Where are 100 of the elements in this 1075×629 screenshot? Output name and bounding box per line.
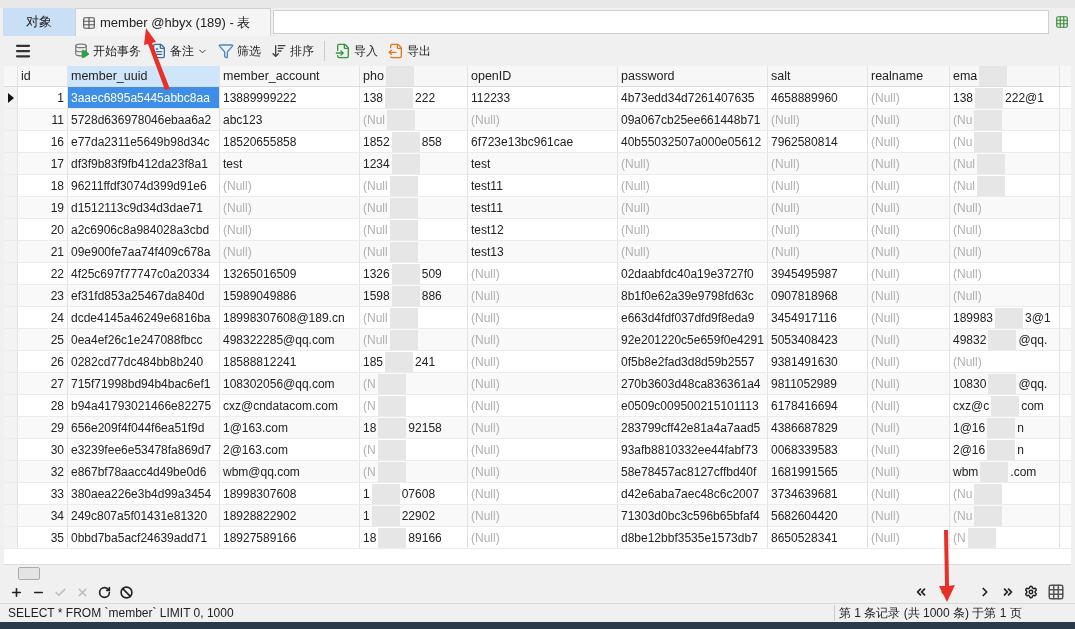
column-header[interactable]: openID [468, 66, 618, 86]
table-cell-text: (Null) [871, 375, 900, 393]
table-cell-text: ef31fd853a25467da840d [71, 287, 205, 305]
table-cell-text: (Null) [771, 177, 800, 195]
table-row[interactable]: 16 e77da2311e5649b98d34c 18520655858 1852 858 6f723e13bc961cae 40b55032507a000e05612 7962580814 (Null) (Nu [4, 131, 1071, 153]
table-cell-text: (Null) [471, 309, 500, 327]
table-cell-text: e663d4fdf037dfd9f8eda9 [621, 309, 755, 327]
table-cell-text: 3945495987 [771, 265, 838, 283]
current-row-icon [7, 92, 14, 103]
table-cell-text: (Null) [871, 309, 900, 327]
table-cell-text: 09e900fe7aa74f409c678a [71, 243, 211, 261]
toolbar-button[interactable]: 排序 [269, 42, 316, 60]
scrollbar-thumb[interactable] [18, 566, 40, 580]
table-row[interactable]: 27 715f71998bd94b4bac6ef1 108302056@qq.com (N (Null) 270b3603d48ca836361a4 9811052989 (Null) 10830 @qq. [4, 373, 1071, 395]
table-row[interactable]: 33 380aea226e3b4d99a3454 18998307608 1 07608 (Null) d42e6aba7aec48c6c2007 3734639681 (Null) (Nu [4, 483, 1071, 505]
table-cell-text: (Nu [953, 485, 973, 503]
table-cell-text: (Null) [471, 463, 500, 481]
tab[interactable]: member @hbyx (189) - 表 [75, 8, 271, 36]
table-cell-text: test11 [471, 199, 503, 217]
table-row[interactable]: 21 09e900fe7aa74f409c678a (Null) (Null test13 (Null) (Null) (Null) (Null) [4, 241, 1071, 263]
table-cell-text: 22 [50, 265, 64, 283]
column-header[interactable]: salt [768, 66, 868, 86]
table-cell-text: 27 [50, 375, 64, 393]
toolbar-button[interactable]: 导入 [333, 42, 380, 60]
table-row[interactable]: 29 656e209f4f044f6ea51f9d 1@163.com 18 92158 (Null) 283799cff42e81a4a7aad5 4386687829 (Null) 1@16 n [4, 417, 1071, 439]
table-row[interactable]: 24 dcde4145a46249e6816ba 18998307608@189.cn (Null (Null) e663d4fdf037dfd9f8eda9 3454917116 (Null) 189983 3@1 [4, 307, 1071, 329]
table-cell-text: 5053408423 [771, 331, 838, 349]
table-cell-text: 15989049886 [223, 287, 297, 305]
table-cell-text: (Nul [953, 155, 975, 173]
table-cell-text: wbm [953, 463, 979, 481]
column-header[interactable]: ema [950, 66, 1060, 86]
menu-icon[interactable] [14, 42, 32, 60]
table-cell-text: n [1017, 441, 1024, 459]
table-row[interactable]: 28 b94a41793021466e82275 cxz@cndatacom.com (N (Null) e0509c009500215101113 6178416694 (Null) cxz@c com [4, 395, 1071, 417]
table-row[interactable]: 32 e867bf78aacc4d49be0d6 wbm@qq.com (N (Null) 58e78457ac8127cffbd40f 1681991565 (Null) wbm .com [4, 461, 1071, 483]
row-header[interactable] [4, 87, 18, 108]
table-cell-text: 93afb8810332ee44fabf73 [621, 441, 758, 459]
toolbar-button[interactable]: 导出 [386, 42, 433, 60]
table-cell-text: (Null) [871, 265, 900, 283]
first-record-icon[interactable] [914, 585, 928, 599]
table-cell-text: 18 [363, 529, 377, 547]
table-cell-text: 1234 [363, 155, 390, 173]
table-cell-text: 18 [50, 177, 64, 195]
table-cell-text: 858 [421, 133, 442, 151]
column-header[interactable]: pho [360, 66, 468, 86]
grid-view-icon[interactable] [1047, 583, 1065, 601]
table-cell-text: (Null) [953, 353, 982, 371]
toolbar-button[interactable]: 筛选 [216, 42, 263, 60]
table-cell-text: (Null [363, 309, 388, 327]
table-row[interactable]: 11 5728d636978046ebaa6a2 abc123 (Nul (Null) 09a067cb25ee661448b71 (Null) (Null) (Nu [4, 109, 1071, 131]
table-cell-text: .com [1010, 463, 1037, 481]
table-row[interactable]: 23 ef31fd853a25467da840d 15989049886 1598 886 (Null) 8b1f0e62a39e9798fd63c 0907818968 (Null) (Null) [4, 285, 1071, 307]
table-row[interactable]: 30 e3239fee6e53478fa869d7 2@163.com (N (Null) 93afb8810332ee44fabf73 0068339583 (Null) 2@16 n [4, 439, 1071, 461]
table-row[interactable]: 17 df3f9b83f9fb412da23f8a1 test 1234 test (Null) (Null) (Null) (Nul [4, 153, 1071, 175]
table-cell-text: 07608 [401, 485, 436, 503]
column-header[interactable]: member_uuid [68, 66, 220, 86]
table-row[interactable]: 35 0bbd7ba5acf24639add71 18927589166 18 89166 (Null) d8be12bbf3535e1573db7 8650528341 (Null) (N [4, 527, 1071, 549]
table-cell-text: 3454917116 [771, 309, 837, 327]
table-row[interactable]: 19 d1512113c9d34d3dae71 (Null) (Null test11 (Null) (Null) (Null) (Null) [4, 197, 1071, 219]
table-cell-text: (Null) [871, 133, 900, 151]
table-cell-text: @qq. [1018, 331, 1048, 349]
table-cell-text: test11 [471, 177, 503, 195]
last-record-icon[interactable] [1001, 585, 1015, 599]
table-cell-text: 8b1f0e62a39e9798fd63c [621, 287, 754, 305]
table-cell-text: a2c6906c8a984028a3cbd [71, 221, 210, 239]
table-cell-text: 29 [50, 419, 64, 437]
column-header[interactable]: realname [868, 66, 950, 86]
column-header[interactable]: member_account [220, 66, 360, 86]
table-cell-text: (N [953, 529, 966, 547]
table-row[interactable]: 26 0282cd77dc484bb8b240 18588812241 185 241 (Null) 0f5b8e2fad3d8d59b2557 9381491630 (Null) (Null) [4, 351, 1071, 373]
table-row[interactable]: 22 4f25c697f77747c0a20334 13265016509 1326 509 (Null) 02daabfdc40a19e3727f0 3945495987 (Null) (Null) [4, 263, 1071, 285]
table-row[interactable]: 34 249c807a5f01431e81320 18928822902 1 22902 (Null) 71303d0bc3c596b65bfaf4 5682604420 (Null) (Nu [4, 505, 1071, 527]
table-row[interactable]: 20 a2c6906c8a984028a3cbd (Null) (Null test12 (Null) (Null) (Null) (Null) [4, 219, 1071, 241]
table-cell-text: 2@163.com [223, 441, 288, 459]
table-row[interactable]: 18 96211ffdf3074d399d91e6 (Null) (Null test11 (Null) (Null) (Null) (Nul [4, 175, 1071, 197]
table-cell-text: d42e6aba7aec48c6c2007 [621, 485, 760, 503]
toolbar-button[interactable]: 备注 [149, 42, 210, 60]
settings-icon[interactable] [1024, 585, 1038, 599]
table-cell-text: (Null) [471, 397, 500, 415]
column-header[interactable]: password [618, 66, 768, 86]
table-row[interactable]: 25 0ea4ef26c1e247088fbcc 498322285@qq.com (Null (Null) 92e201220c5e659f0e4291 5053408423 (Null) 49832 @qq. [4, 329, 1071, 351]
table-cell-text: (N [363, 375, 376, 393]
stop-icon[interactable] [120, 585, 133, 599]
table-cell-text: 1852 [363, 133, 390, 151]
table-cell-text: 13889999222 [223, 89, 297, 107]
table-cell-text: (Null) [871, 155, 900, 173]
table-cell-text: (Null) [871, 111, 900, 129]
table-row[interactable]: 1 3aaec6895a5445abbc8aa 13889999222 138 222 112233 4b73edd34d7261407635 4658889960 (Null) 138 222@1 [4, 87, 1071, 109]
table-cell-text: test [223, 155, 243, 173]
table-cell-text: 6178416694 [771, 397, 838, 415]
table-cell-text: 138 [363, 89, 384, 107]
tab[interactable]: 对象 [3, 8, 75, 36]
refresh-icon[interactable] [98, 585, 111, 599]
table-cell-text: 33 [50, 485, 64, 503]
table-settings-icon[interactable] [1055, 15, 1069, 29]
table-cell-text: 1@16 [953, 419, 986, 437]
add-icon[interactable] [10, 585, 23, 599]
sort-icon [271, 43, 287, 59]
table-cell-text: test [471, 155, 491, 173]
toolbar-button[interactable]: 开始事务 [72, 42, 143, 60]
